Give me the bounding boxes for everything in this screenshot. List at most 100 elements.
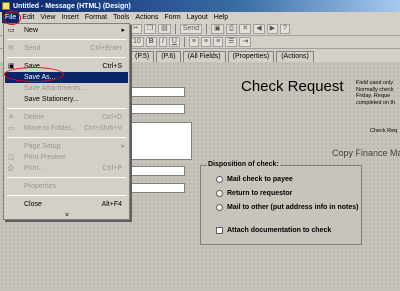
move-to-folder-icon: ▭ xyxy=(8,125,15,132)
file-menu-dropdown: ▭ New ▸ ✉ Send Ctrl+Enter ▣ Save Ctrl+S … xyxy=(3,23,130,220)
radio-label: Return to requestor xyxy=(227,190,293,197)
address-field[interactable] xyxy=(130,104,185,114)
menu-item-label: New xyxy=(24,27,39,34)
copy-finance-label: Copy Finance Ma xyxy=(332,148,400,158)
amount-field[interactable] xyxy=(130,166,185,176)
menu-item-label: Save Stationery... xyxy=(24,96,79,103)
annotation-circle-save-as xyxy=(4,67,64,82)
menu-item-label: Close xyxy=(24,201,42,208)
message-app-icon xyxy=(2,2,10,10)
menu-edit[interactable]: Edit xyxy=(19,12,37,23)
menu-item-label: Properties xyxy=(24,183,56,190)
align-right-icon[interactable]: ≡ xyxy=(213,37,224,47)
menu-item-label: Print Preview xyxy=(24,154,66,161)
italic-button[interactable]: I xyxy=(158,37,167,47)
tab-p5[interactable]: (P.5) xyxy=(130,51,155,62)
tab-properties[interactable]: (Properties) xyxy=(227,51,275,62)
menu-divider xyxy=(7,39,126,40)
account-field[interactable] xyxy=(130,183,185,193)
checkbox-attach-docs[interactable]: Attach documentation to check xyxy=(216,227,331,234)
submenu-arrow-icon: ▸ xyxy=(121,143,125,150)
menu-item-new[interactable]: ▭ New ▸ xyxy=(5,25,128,36)
menu-divider xyxy=(7,137,126,138)
menu-item-save-stationery[interactable]: Save Stationery... xyxy=(5,94,128,105)
menu-item-label: Print... xyxy=(24,165,45,172)
menu-actions[interactable]: Actions xyxy=(132,12,161,23)
radio-mail-to-other[interactable]: Mail to other (put address info in notes… xyxy=(216,204,358,211)
align-center-icon[interactable]: ≡ xyxy=(200,37,212,47)
toolbar-divider xyxy=(183,37,185,47)
checkbox-label: Attach documentation to check xyxy=(227,227,332,234)
menu-item-save-attachments[interactable]: Save Attachments... xyxy=(5,83,128,94)
menu-item-page-setup[interactable]: Page Setup ▸ xyxy=(5,141,128,152)
menu-item-delete[interactable]: ✕ Delete Ctrl+D xyxy=(5,112,128,123)
payee-field[interactable] xyxy=(130,87,185,97)
menu-form[interactable]: Form xyxy=(161,12,183,23)
menu-item-shortcut: Ctrl+S xyxy=(102,63,122,70)
arrow-right-icon[interactable]: ▶ xyxy=(266,24,279,34)
menu-item-move-to-folder[interactable]: ▭ Move to Folder... Ctrl+Shift+V xyxy=(5,123,128,134)
menu-item-send[interactable]: ✉ Send Ctrl+Enter xyxy=(5,43,128,54)
help-icon[interactable]: ? xyxy=(280,24,290,34)
menu-divider xyxy=(7,57,126,58)
font-size-dropdown[interactable]: 10 xyxy=(130,37,144,47)
window-title: Untitled - Message (HTML) (Design) xyxy=(13,2,131,10)
menu-expand-chevron-icon[interactable]: » xyxy=(62,153,71,276)
menu-item-label: Save Attachments... xyxy=(24,85,87,92)
menu-item-shortcut: Ctrl+D xyxy=(101,114,122,121)
bullets-icon[interactable]: ☰ xyxy=(225,37,238,47)
menu-insert[interactable]: Insert xyxy=(58,12,82,23)
menu-item-label: Delete xyxy=(24,114,45,121)
menu-item-shortcut: Alt+F4 xyxy=(101,201,122,208)
printer-icon: ⎙ xyxy=(8,165,14,172)
bold-button[interactable]: B xyxy=(145,37,157,47)
copy-icon[interactable]: ❐ xyxy=(143,24,157,34)
send-icon: ✉ xyxy=(8,45,14,52)
indent-icon[interactable]: ⇥ xyxy=(239,37,252,47)
submenu-arrow-icon: ▸ xyxy=(121,27,125,34)
radio-label: Mail to other (put address info in notes… xyxy=(227,204,359,211)
menu-divider xyxy=(7,108,126,109)
radio-circle[interactable] xyxy=(216,176,223,183)
notes-textarea[interactable] xyxy=(130,122,192,160)
arrow-left-icon[interactable]: ◀ xyxy=(253,24,265,34)
side-note-line: completed on th xyxy=(356,99,396,106)
window-title-bar: Untitled - Message (HTML) (Design) xyxy=(0,0,400,12)
radio-mail-to-payee[interactable]: Mail check to payee xyxy=(216,176,293,183)
menu-bar: File Edit View Insert Format Tools Actio… xyxy=(0,12,400,23)
align-left-icon[interactable]: ≡ xyxy=(188,37,199,47)
radio-circle[interactable] xyxy=(216,204,223,211)
side-note: Field used only Normally check Friday. R… xyxy=(356,80,395,106)
tab-p6[interactable]: (P.6) xyxy=(156,51,181,62)
print-preview-icon: ◫ xyxy=(8,154,15,161)
menu-item-label: Move to Folder... xyxy=(24,125,77,132)
paste-icon[interactable]: ▤ xyxy=(158,24,171,34)
menu-view[interactable]: View xyxy=(37,12,58,23)
menu-layout[interactable]: Layout xyxy=(184,12,211,23)
menu-item-shortcut: Ctrl+P xyxy=(102,165,122,172)
tab-all-fields[interactable]: (All Fields) xyxy=(182,51,226,62)
menu-format[interactable]: Format xyxy=(82,12,110,23)
menu-item-label: Page Setup xyxy=(24,143,61,150)
menu-help[interactable]: Help xyxy=(211,12,231,23)
scissors-icon[interactable]: ✂ xyxy=(130,24,142,34)
check-req-label: Check Req xyxy=(370,128,398,134)
menu-item-shortcut: Ctrl+Enter xyxy=(90,45,122,52)
tab-actions[interactable]: (Actions) xyxy=(276,51,314,62)
radio-label: Mail check to payee xyxy=(227,176,293,183)
checkbox-square[interactable] xyxy=(216,227,223,234)
menu-item-label: Send xyxy=(24,45,41,52)
print-icon[interactable]: ⎙ xyxy=(225,24,238,34)
side-note-line: Field used only xyxy=(356,80,393,86)
underline-button[interactable]: U xyxy=(168,37,180,47)
menu-tools[interactable]: Tools xyxy=(110,12,132,23)
save-icon[interactable]: ▣ xyxy=(211,24,224,34)
send-right-button[interactable]: Send xyxy=(179,24,203,34)
delete-icon[interactable]: ✕ xyxy=(239,24,252,34)
new-icon: ▭ xyxy=(8,27,15,34)
side-note-line: Normally check xyxy=(356,86,394,93)
radio-return-to-requestor[interactable]: Return to requestor xyxy=(216,190,292,197)
toolbar-divider xyxy=(206,24,208,34)
radio-circle[interactable] xyxy=(216,190,223,197)
side-note-line: Friday. Reque xyxy=(356,93,391,100)
